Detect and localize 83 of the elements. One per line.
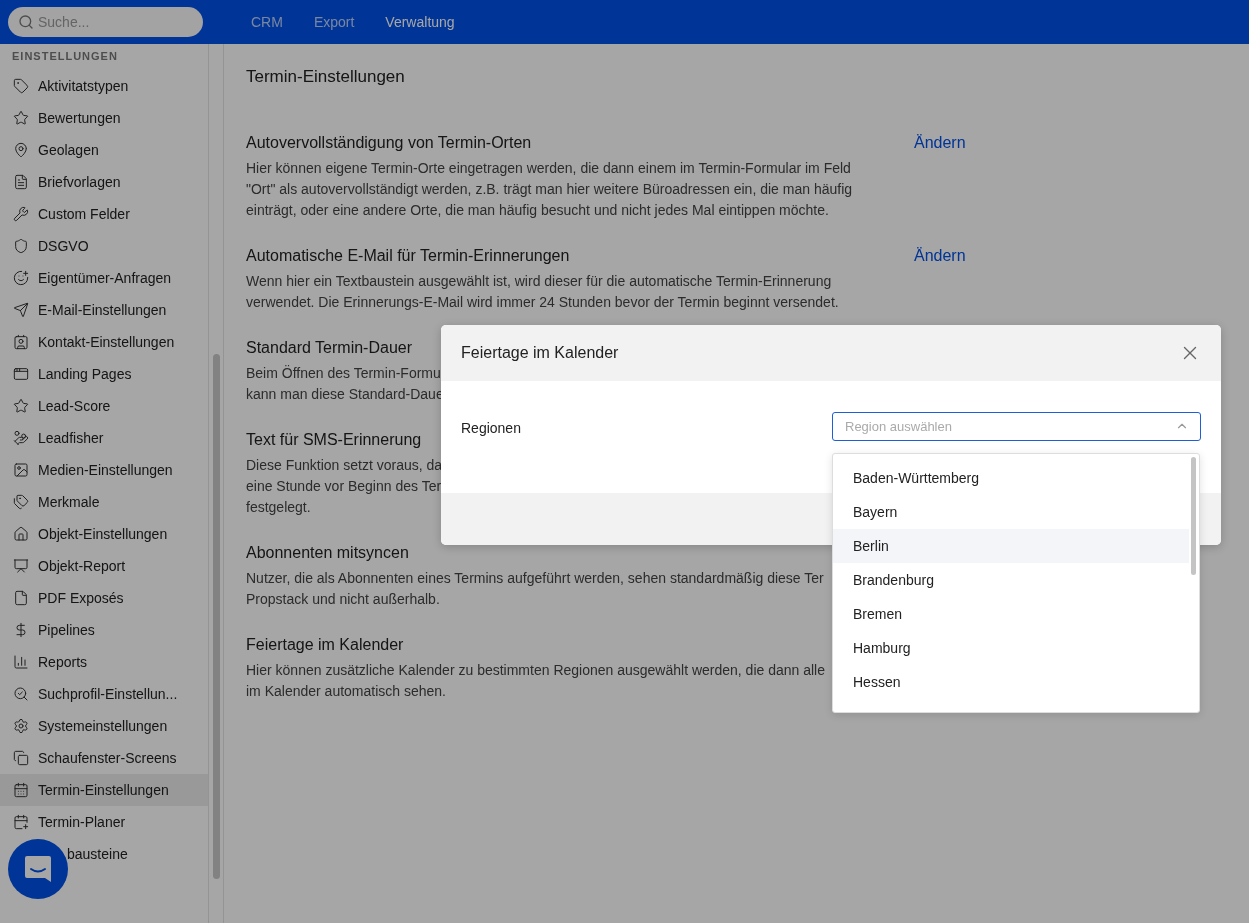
copy-icon (13, 750, 29, 766)
section-heading: Standard Termin-Dauer (246, 339, 412, 357)
tag-icon (13, 78, 29, 94)
nav-tab[interactable]: Verwaltung (385, 14, 455, 30)
sidebar-item[interactable]: E-Mail-Einstellungen (0, 294, 208, 326)
page-title: Termin-Einstellungen (246, 67, 406, 87)
modal-title: Feiertage im Kalender (461, 344, 619, 362)
description-line: Diese Funktion setzt voraus, da (246, 456, 443, 475)
edit-link[interactable]: Ändern (914, 134, 1249, 152)
contact-card-icon (13, 334, 29, 350)
settings-icon (13, 718, 29, 734)
sidebar-item[interactable]: Reports (0, 646, 208, 678)
hand-coin-icon (13, 430, 29, 446)
sidebar-item[interactable]: Merkmale (0, 486, 208, 518)
sidebar-item[interactable]: Suchprofil-Einstellun... (0, 678, 208, 710)
sidebar-item[interactable]: Custom Felder (0, 198, 208, 230)
tags-icon (13, 494, 29, 510)
image-icon (13, 462, 29, 478)
search-icon (18, 14, 34, 30)
dropdown-option[interactable]: Berlin (833, 529, 1189, 563)
description-line: Beim Öffnen des Termin-Formu (246, 364, 441, 383)
calendar-plus-icon (13, 814, 29, 830)
bar-chart-icon (13, 654, 29, 670)
field-label: Regionen (461, 419, 522, 436)
description-line: Wenn hier ein Textbaustein ausgewählt ist, wird dieser für die automatische Termin-Erinnerung (246, 272, 832, 291)
star-icon (13, 398, 29, 414)
description-line: Hier können eigene Termin-Orte eingetragen werden, die dann einem im Termin-Formular im Feld (246, 159, 851, 178)
search-icon (13, 686, 29, 702)
shield-icon (13, 238, 29, 254)
description-line: eine Stunde vor Beginn des Ter (246, 477, 442, 496)
sidebar-item[interactable]: Objekt-Report (0, 550, 208, 582)
presentation-icon (13, 558, 29, 574)
section-heading: Abonnenten mitsyncen (246, 544, 409, 562)
description-line: einträgt, oder eine andere Orte, die man häufig besucht und nicht jedes Mal eintippen möchte. (246, 201, 829, 220)
description-line: kann man diese Standard-Daue (246, 385, 444, 404)
sidebar-item[interactable]: PDF Exposés (0, 582, 208, 614)
sidebar-item[interactable]: Kontakt-Einstellungen (0, 326, 208, 358)
sidebar-item[interactable]: Eigentümer-Anfragen (0, 262, 208, 294)
sidebar-item[interactable]: Aktivitatstypen (0, 70, 208, 102)
description-line: Nutzer, die als Abonnenten eines Termins aufgeführt werden, sehen standardmäßig diese Ter (246, 569, 824, 588)
sidebar-item[interactable]: Objekt-Einstellungen (0, 518, 208, 550)
map-pin-icon (13, 142, 29, 158)
house-icon (13, 526, 29, 542)
dollar-icon (13, 622, 29, 638)
sidebar-item[interactable]: Briefvorlagen (0, 166, 208, 198)
smiley-plus-icon (13, 270, 29, 286)
window-icon (13, 366, 29, 382)
section-heading: Feiertage im Kalender (246, 636, 404, 654)
chat-icon (23, 854, 53, 884)
wrench-icon (13, 206, 29, 222)
sidebar-item[interactable]: Termin-Planer (0, 806, 208, 838)
section-heading: Automatische E-Mail für Termin-Erinnerungen (246, 247, 570, 265)
sidebar-item[interactable]: DSGVO (0, 230, 208, 262)
section-heading: Autovervollständigung von Termin-Orten (246, 134, 532, 152)
search-field[interactable]: Suche... (8, 7, 203, 37)
sidebar-item[interactable]: Lead-Score (0, 390, 208, 422)
edit-link[interactable]: Ändern (914, 247, 1249, 265)
description-line: "Ort" als autovervollständigt werden, z.B. trägt man hier weitere Büroadressen ein, die man häufig (246, 180, 853, 199)
sidebar-item[interactable]: Geolagen (0, 134, 208, 166)
star-icon (13, 110, 29, 126)
sidebar-item[interactable]: Termin-Einstellungen (0, 774, 208, 806)
scrollbar[interactable] (1191, 457, 1196, 575)
sidebar-item[interactable]: Medien-Einstellungen (0, 454, 208, 486)
sidebar-item[interactable]: Landing Pages (0, 358, 208, 390)
description-line: Hier können zusätzliche Kalender zu bestimmten Regionen ausgewählt werden, die dann alle (246, 661, 826, 680)
sidebar-item[interactable]: Bewertungen (0, 102, 208, 134)
description-line: im Kalender automatisch sehen. (246, 682, 446, 701)
sidebar-item[interactable]: Systemeinstellungen (0, 710, 208, 742)
description-line: festgelegt. (246, 498, 311, 517)
sidebar-item[interactable]: Leadfisher (0, 422, 208, 454)
section-heading: Text für SMS-Erinnerung (246, 431, 422, 449)
description-line: verwendet. Die Erinnerungs-E-Mail wird immer 24 Stunden bevor der Termin beginnt versendet. (246, 293, 839, 312)
sidebar-heading: EINSTELLUNGEN (11, 50, 119, 64)
scrollbar[interactable] (213, 354, 220, 879)
sidebar-item[interactable]: Schaufenster-Screens (0, 742, 208, 774)
document-icon (13, 174, 29, 190)
chat-button[interactable] (8, 839, 68, 899)
file-icon (13, 590, 29, 606)
calendar-icon (13, 782, 29, 798)
region-select[interactable]: Region auswählen (832, 412, 1201, 441)
description-line: Propstack und nicht außerhalb. (246, 590, 440, 609)
sidebar-item[interactable]: Pipelines (0, 614, 208, 646)
paper-plane-icon (13, 302, 29, 318)
